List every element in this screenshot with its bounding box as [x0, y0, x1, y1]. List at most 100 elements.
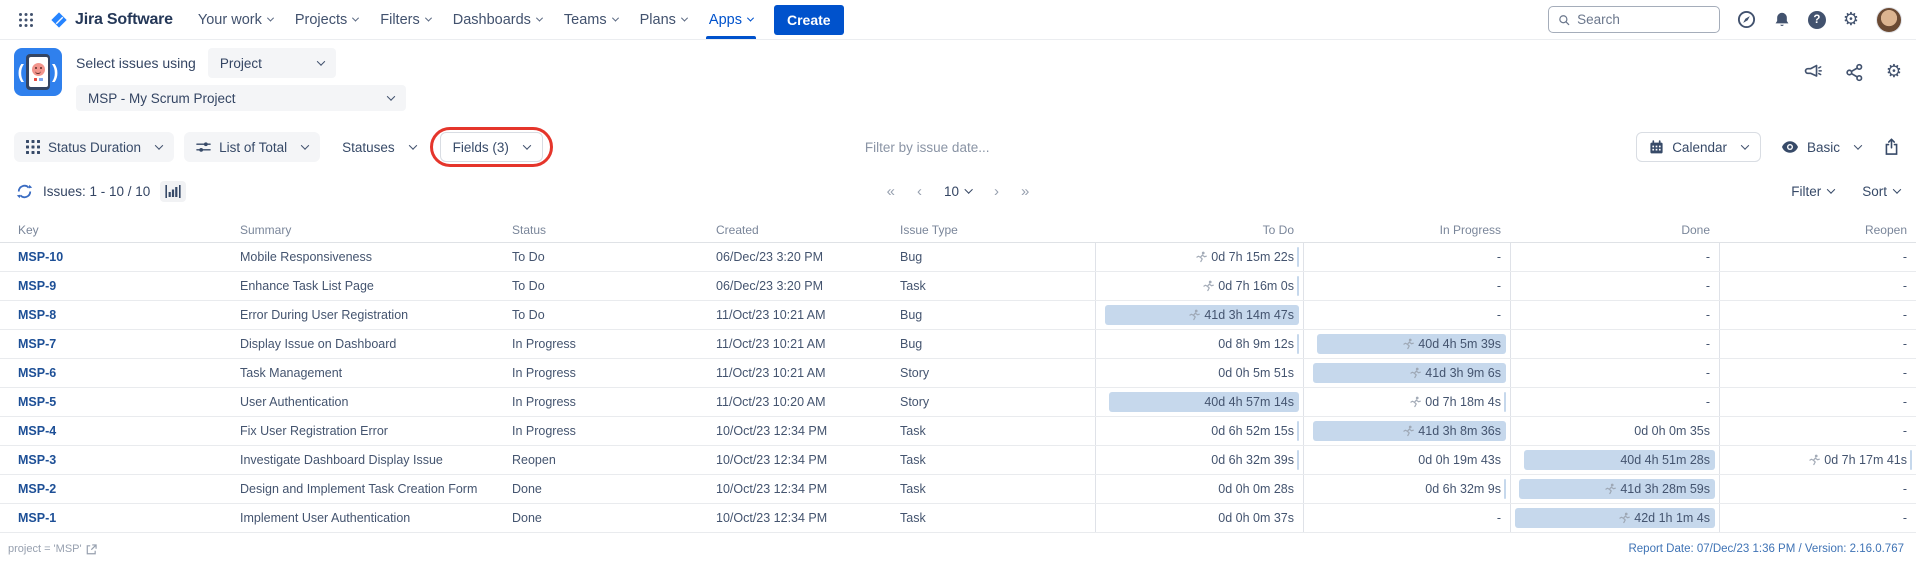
issue-summary: Design and Implement Task Creation Form	[240, 482, 512, 496]
runner-icon	[1808, 454, 1820, 466]
prev-page-button[interactable]: ‹	[917, 184, 922, 199]
table-row[interactable]: MSP-7 Display Issue on Dashboard In Prog…	[0, 330, 1916, 359]
report-settings-gear-icon[interactable]: ⚙	[1886, 63, 1902, 81]
issue-type: Task	[900, 482, 1095, 496]
issue-type: Story	[900, 395, 1095, 409]
next-page-button[interactable]: ›	[994, 184, 999, 199]
issue-key-link[interactable]: MSP-1	[18, 511, 56, 525]
sliders-icon	[196, 140, 211, 154]
duration-reopen-cell: -	[1719, 388, 1916, 416]
duration-inprogress-cell: -	[1303, 243, 1510, 271]
list-mode-dropdown[interactable]: List of Total	[184, 132, 320, 162]
search-icon	[1558, 13, 1570, 27]
discover-compass-icon[interactable]	[1737, 10, 1756, 29]
issue-date-filter-input[interactable]	[865, 140, 1115, 155]
issue-key-link[interactable]: MSP-4	[18, 424, 56, 438]
issue-key-link[interactable]: MSP-7	[18, 337, 56, 351]
user-avatar[interactable]	[1876, 7, 1902, 33]
issue-key-link[interactable]: MSP-10	[18, 250, 63, 264]
page-size-select[interactable]: 10	[944, 184, 972, 199]
chevron-down-icon	[301, 141, 309, 149]
duration-reopen-cell: -	[1719, 504, 1916, 532]
column-header-to-do: To Do	[1095, 223, 1303, 237]
nav-item-apps[interactable]: Apps	[698, 0, 764, 39]
notifications-bell-icon[interactable]	[1773, 11, 1791, 29]
nav-item-projects[interactable]: Projects	[284, 0, 369, 39]
table-row[interactable]: MSP-4 Fix User Registration Error In Pro…	[0, 417, 1916, 446]
nav-item-plans[interactable]: Plans	[629, 0, 698, 39]
last-page-button[interactable]: »	[1021, 184, 1029, 199]
search-input[interactable]	[1577, 12, 1710, 27]
duration-todo-cell: 0d 0h 0m 37s	[1095, 504, 1303, 532]
nav-item-dashboards[interactable]: Dashboards	[442, 0, 553, 39]
search-box[interactable]	[1548, 6, 1720, 33]
issue-key-link[interactable]: MSP-5	[18, 395, 56, 409]
runner-icon	[1409, 396, 1421, 408]
nav-item-label: Filters	[380, 12, 419, 28]
runner-icon	[1402, 338, 1414, 350]
duration-done-cell: -	[1510, 272, 1719, 300]
runner-icon	[1188, 309, 1200, 321]
duration-reopen-cell: -	[1719, 243, 1916, 271]
nav-item-your-work[interactable]: Your work	[187, 0, 284, 39]
nav-item-filters[interactable]: Filters	[369, 0, 441, 39]
issue-created: 11/Oct/23 10:21 AM	[716, 337, 900, 351]
issues-table: KeySummaryStatusCreatedIssue TypeTo DoIn…	[0, 219, 1916, 533]
issue-key-link[interactable]: MSP-2	[18, 482, 56, 496]
issue-created: 06/Dec/23 3:20 PM	[716, 250, 900, 264]
duration-done-cell: 40d 4h 51m 28s	[1510, 446, 1719, 474]
issue-summary: Investigate Dashboard Display Issue	[240, 453, 512, 467]
duration-reopen-cell: -	[1719, 417, 1916, 445]
table-row[interactable]: MSP-6 Task Management In Progress 11/Oct…	[0, 359, 1916, 388]
statuses-dropdown[interactable]: Statuses	[330, 132, 428, 162]
fields-dropdown[interactable]: Fields (3)	[440, 132, 543, 162]
refresh-button[interactable]	[16, 183, 33, 200]
share-icon[interactable]	[1845, 63, 1864, 82]
issue-key-link[interactable]: MSP-8	[18, 308, 56, 322]
duration-todo-cell: 0d 7h 16m 0s	[1095, 272, 1303, 300]
first-page-button[interactable]: «	[887, 184, 895, 199]
settings-gear-icon[interactable]: ⚙	[1843, 11, 1859, 29]
report-header: ( ) Select issues using Project MSP - My…	[0, 48, 1916, 111]
calendar-dropdown[interactable]: Calendar	[1636, 132, 1761, 162]
table-row[interactable]: MSP-8 Error During User Registration To …	[0, 301, 1916, 330]
table-row[interactable]: MSP-5 User Authentication In Progress 11…	[0, 388, 1916, 417]
app-switcher-icon[interactable]	[14, 8, 38, 32]
table-row[interactable]: MSP-2 Design and Implement Task Creation…	[0, 475, 1916, 504]
runner-icon	[1202, 280, 1214, 292]
view-type-dropdown[interactable]: Status Duration	[14, 132, 174, 162]
chevron-down-icon	[612, 15, 619, 22]
create-button[interactable]: Create	[774, 5, 844, 35]
table-row[interactable]: MSP-9 Enhance Task List Page To Do 06/De…	[0, 272, 1916, 301]
issue-source-select[interactable]: Project	[208, 48, 336, 78]
chevron-down-icon	[523, 141, 531, 149]
table-row[interactable]: MSP-10 Mobile Responsiveness To Do 06/De…	[0, 243, 1916, 272]
filter-dropdown[interactable]: Filter	[1791, 184, 1834, 199]
duration-bar	[1297, 276, 1299, 296]
issue-type: Task	[900, 279, 1095, 293]
nav-item-teams[interactable]: Teams	[553, 0, 629, 39]
export-button[interactable]	[1881, 136, 1902, 158]
table-row[interactable]: MSP-3 Investigate Dashboard Display Issu…	[0, 446, 1916, 475]
sort-dropdown[interactable]: Sort	[1862, 184, 1900, 199]
column-header-reopen: Reopen	[1719, 223, 1916, 237]
refresh-icon	[16, 183, 33, 200]
detail-level-dropdown[interactable]: Basic	[1777, 132, 1865, 162]
help-icon[interactable]: ?	[1808, 11, 1826, 29]
duration-bar	[1504, 392, 1506, 412]
issue-type: Task	[900, 424, 1095, 438]
issue-key-link[interactable]: MSP-9	[18, 279, 56, 293]
chart-view-button[interactable]	[160, 181, 186, 202]
duration-reopen-cell: -	[1719, 301, 1916, 329]
project-select[interactable]: MSP - My Scrum Project	[76, 85, 406, 111]
duration-inprogress-cell: 0d 0h 19m 43s	[1303, 446, 1510, 474]
issue-status: Done	[512, 482, 716, 496]
duration-bar	[1297, 247, 1299, 267]
jira-logo[interactable]: Jira Software	[50, 11, 173, 29]
table-row[interactable]: MSP-1 Implement User Authentication Done…	[0, 504, 1916, 533]
issue-key-link[interactable]: MSP-3	[18, 453, 56, 467]
column-header-issue-type: Issue Type	[900, 223, 1095, 237]
issue-key-link[interactable]: MSP-6	[18, 366, 56, 380]
feedback-megaphone-icon[interactable]	[1803, 62, 1823, 82]
jql-query-link[interactable]: project = 'MSP'	[8, 543, 97, 555]
